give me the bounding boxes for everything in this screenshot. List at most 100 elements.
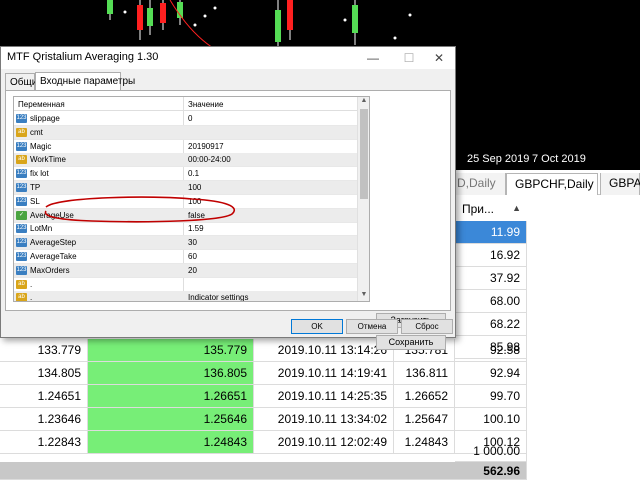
param-row[interactable]: ab. Indicator settings	[14, 291, 357, 302]
param-name: AverageTake	[30, 252, 77, 261]
number-param-icon: 123	[16, 265, 27, 275]
table-cell-open: 1.24651	[0, 385, 88, 408]
price-header-label: При...	[462, 202, 495, 216]
dialog-title: MTF Qristalium Averaging 1.30	[7, 51, 159, 63]
param-name: AverageStep	[30, 238, 77, 248]
candles	[107, 0, 358, 50]
close-icon[interactable]: ✕	[423, 47, 455, 69]
number-param-icon: 123	[16, 196, 27, 206]
ok-button[interactable]: OK	[291, 319, 343, 334]
param-name: slippage	[30, 114, 60, 123]
params-header-name[interactable]: Переменная	[14, 97, 184, 111]
param-name: fix lot	[30, 169, 49, 179]
param-value[interactable]: 20190917	[188, 142, 224, 151]
sort-arrow-icon: ▲	[512, 203, 521, 213]
table-cell-current: 1.24843	[88, 431, 254, 454]
string-param-icon: ab	[16, 293, 27, 301]
param-row[interactable]: 123 AverageStep 30	[14, 236, 357, 251]
table-cell-time: 2019.10.11 12:02:49	[254, 431, 394, 454]
param-name: MaxOrders	[30, 265, 70, 275]
chart-tab[interactable]: GBPA	[600, 173, 640, 195]
param-value[interactable]: 30	[188, 238, 197, 247]
table-cell-profit[interactable]: 11.99	[455, 221, 527, 244]
table-cell-close: 136.811	[394, 362, 455, 385]
table-cell-profit: 92.58	[455, 339, 527, 362]
param-row[interactable]: 123 Magic 20190917	[14, 140, 357, 154]
scrollbar-thumb[interactable]	[360, 109, 368, 199]
reset-button[interactable]: Сброс	[401, 319, 453, 334]
table-cell-profit[interactable]: 37.92	[455, 267, 527, 290]
table-cell-time: 2019.10.11 14:25:35	[254, 385, 394, 408]
number-param-icon: 123	[16, 224, 27, 234]
table-cell-close: 1.25647	[394, 408, 455, 431]
table-cell-open: 133.779	[0, 339, 88, 362]
expert-properties-dialog: MTF Qristalium Averaging 1.30 — ☐ ✕ Общи…	[0, 46, 456, 350]
table-cell-open: 1.22843	[0, 431, 88, 454]
price-column-header[interactable]: При... ▲	[455, 197, 527, 221]
param-value[interactable]: 60	[188, 252, 197, 261]
scroll-up-icon[interactable]: ▲	[358, 97, 369, 107]
param-name: cmt	[30, 127, 43, 137]
tab-input-params[interactable]: Входные параметры	[35, 72, 135, 91]
string-param-icon: ab	[16, 279, 27, 289]
minimize-icon[interactable]: —	[357, 47, 389, 69]
table-cell-profit: 99.70	[455, 385, 527, 408]
scroll-down-icon[interactable]: ▼	[358, 291, 369, 301]
red-annotation-scribble	[44, 196, 235, 223]
save-button[interactable]: Сохранить	[376, 335, 446, 350]
chart-date-label: 25 Sep 2019	[467, 153, 530, 165]
param-value[interactable]: 00:00-24:00	[188, 155, 231, 164]
param-name: .	[30, 293, 33, 302]
number-param-icon: 123	[16, 114, 27, 123]
number-param-icon: 123	[16, 141, 27, 151]
table-cell-time: 2019.10.11 13:14:26	[254, 339, 394, 362]
params-scrollbar[interactable]: ▲ ▼	[357, 97, 369, 301]
param-value[interactable]: 20	[188, 266, 197, 275]
param-row[interactable]: ab.	[14, 278, 357, 292]
param-row[interactable]: ab WorkTime 00:00-24:00	[14, 153, 357, 168]
cancel-button[interactable]: Отмена	[346, 319, 398, 334]
total-value: 562.96	[483, 464, 520, 478]
param-row[interactable]: 123 MaxOrders 20	[14, 263, 357, 278]
chart-tab-gbpchf[interactable]: GBPCHF,Daily	[506, 173, 598, 195]
table-cell-profit[interactable]: 68.22	[455, 313, 527, 336]
param-value[interactable]: 0.1	[188, 169, 199, 178]
param-row[interactable]: 123 fix lot 0.1	[14, 167, 357, 182]
table-cell-current: 1.26651	[88, 385, 254, 408]
table-cell-current: 136.805	[88, 362, 254, 385]
table-cell-balance: 1 000.00	[455, 442, 527, 462]
tab-common[interactable]: Общие	[5, 73, 43, 91]
dialog-titlebar[interactable]: MTF Qristalium Averaging 1.30 — ☐ ✕	[1, 47, 455, 69]
param-name: WorkTime	[30, 155, 66, 165]
table-cell-close: 1.24843	[394, 431, 455, 454]
bool-param-icon: ✓	[16, 210, 27, 220]
table-cell-profit: 100.10	[455, 408, 527, 431]
table-cell-profit[interactable]: 68.00	[455, 290, 527, 313]
chart-tab[interactable]: D,Daily	[448, 173, 506, 195]
param-name: Magic	[30, 141, 52, 151]
table-cell-current: 135.779	[88, 339, 254, 362]
maximize-icon[interactable]: ☐	[393, 47, 425, 69]
param-row[interactable]: ab cmt	[14, 125, 357, 140]
chart-date-label: 7 Oct 2019	[532, 153, 586, 165]
table-cell-time: 2019.10.11 14:19:41	[254, 362, 394, 385]
indicator-dots	[123, 6, 412, 40]
number-param-icon: 123	[16, 252, 27, 261]
params-header-value[interactable]: Значение	[184, 97, 358, 111]
param-value[interactable]: 0	[188, 114, 192, 123]
number-param-icon: 123	[16, 169, 27, 179]
params-list: Переменная Значение 123 slippage 0 ab cmt 123…	[13, 96, 370, 302]
table-cell-current: 1.25646	[88, 408, 254, 431]
table-cell-profit: 92.94	[455, 362, 527, 385]
input-params-panel: Переменная Значение 123 slippage 0 ab cmt 123…	[5, 90, 451, 350]
param-name: .	[30, 279, 33, 289]
param-value[interactable]: Indicator settings	[188, 293, 248, 301]
param-row[interactable]: 123 slippage 0	[14, 112, 357, 126]
string-param-icon: ab	[16, 127, 27, 137]
string-param-icon: ab	[16, 155, 27, 165]
table-cell-close: 1.26652	[394, 385, 455, 408]
param-row[interactable]: 123 AverageTake 60	[14, 250, 357, 264]
table-cell-profit[interactable]: 16.92	[455, 244, 527, 267]
table-cell-open: 1.23646	[0, 408, 88, 431]
number-param-icon: 123	[16, 183, 27, 192]
